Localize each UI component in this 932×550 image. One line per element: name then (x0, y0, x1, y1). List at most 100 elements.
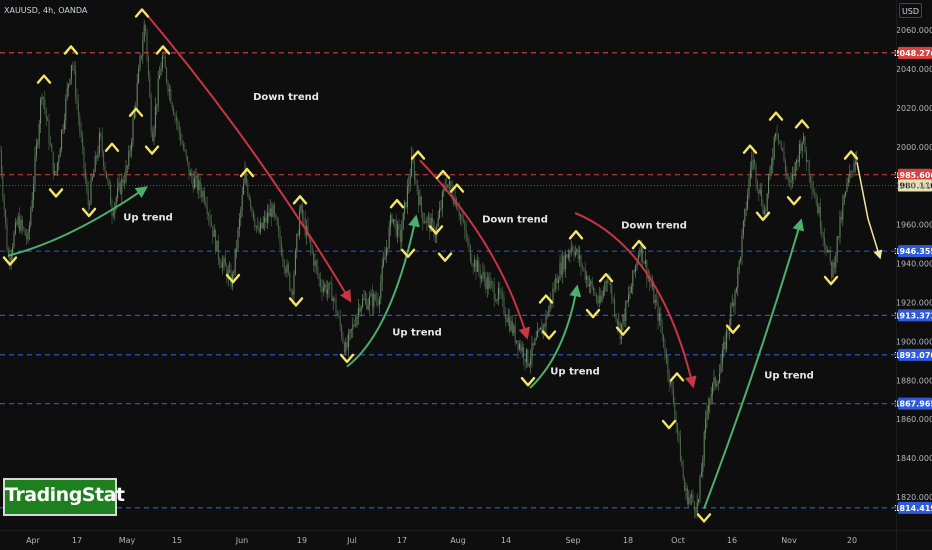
candle-body (89, 203, 91, 205)
candle-body (328, 282, 330, 290)
uptrend-arrow-6 (703, 218, 805, 510)
candle-body (212, 225, 214, 237)
candle-body (495, 299, 497, 302)
swing-marker-low-26 (585, 308, 601, 319)
candle-body (576, 249, 578, 252)
candle-body (608, 282, 610, 284)
candle-body (69, 78, 71, 85)
candle-body (520, 343, 522, 352)
watermark-text: TradingStat (5, 484, 125, 506)
candle-body (607, 280, 609, 283)
candle-body (391, 215, 393, 223)
candle-body (335, 299, 337, 314)
candle-body (366, 298, 368, 310)
candle-body (356, 315, 358, 325)
candle-body (425, 222, 427, 223)
candle-body (147, 56, 149, 76)
currency-button[interactable]: USD (899, 3, 922, 18)
trend-annotation-5: Up trend (550, 366, 600, 377)
candle-body (168, 89, 170, 92)
candle-body (460, 215, 462, 217)
candle-body (159, 75, 161, 79)
candle-body (574, 251, 576, 256)
candle-body (567, 253, 569, 258)
candle-body (457, 208, 459, 211)
candle-body (511, 320, 513, 334)
candle-body (556, 278, 558, 283)
swing-marker-low-22 (520, 376, 536, 387)
candle-body (503, 297, 505, 314)
price-level-label-3: 1946.355 (894, 247, 932, 256)
candle-body (586, 276, 588, 280)
candle-body (577, 249, 579, 260)
candle-body (558, 280, 560, 283)
candle-body (360, 306, 362, 312)
candle-body (622, 314, 624, 324)
candle-body (416, 180, 418, 192)
candle-body (26, 235, 28, 239)
candle-body (327, 289, 329, 294)
y-tick-label-11: 2040.000 (896, 65, 932, 74)
price-level-label-4: 1913.371 (894, 311, 932, 320)
candle-body (755, 164, 757, 183)
candle-body (62, 128, 64, 131)
candle-body (28, 225, 30, 233)
candle-body (462, 219, 464, 222)
candle-body (166, 68, 168, 82)
candle-body (475, 259, 477, 272)
candle-body (84, 169, 86, 181)
candle-body (712, 383, 714, 395)
candle-body (258, 226, 260, 233)
candle-body (385, 249, 387, 257)
candle-body (90, 179, 92, 204)
candle-body (392, 219, 394, 223)
candle-body (566, 254, 568, 258)
candle-body (272, 204, 274, 217)
candle-body (362, 299, 364, 307)
candle-body (545, 314, 547, 327)
candle-body (30, 210, 32, 226)
candle-body (731, 302, 733, 307)
x-tick-label-14: Nov (781, 536, 797, 545)
candle-body (395, 220, 397, 237)
candle-body (784, 161, 786, 172)
candle-body (853, 164, 855, 172)
candle-body (350, 329, 352, 331)
candle-body (658, 313, 660, 321)
candle-body (579, 255, 581, 260)
candle-body (303, 217, 305, 219)
candle-body (763, 210, 765, 215)
candle-body (5, 209, 7, 225)
candle-body (500, 293, 502, 295)
y-tick-label-1: 1840.000 (896, 454, 932, 463)
candle-body (216, 240, 218, 252)
candle-body (170, 89, 172, 103)
candle-body (38, 123, 40, 143)
candle-body (229, 269, 231, 271)
candle-body (850, 171, 852, 172)
candle-body (181, 142, 183, 145)
candle-body (87, 189, 89, 205)
candle-body (51, 144, 53, 152)
candle-body (524, 359, 526, 363)
candle-body (479, 271, 481, 279)
candle-body (447, 184, 449, 188)
candle-body (376, 299, 378, 301)
candle-body (259, 222, 261, 233)
candle-body (537, 330, 539, 338)
candle-body (310, 239, 312, 248)
candle-body (492, 282, 494, 286)
candle-body (818, 206, 820, 214)
candle-body (390, 215, 392, 227)
candle-body (276, 217, 278, 226)
candle-body (419, 196, 421, 205)
candle-body (320, 278, 322, 288)
candle-body (299, 211, 301, 236)
candle-body (125, 166, 127, 182)
candle-body (794, 162, 796, 177)
candle-body (153, 128, 155, 141)
candle-body (539, 327, 541, 330)
candle-body (145, 25, 147, 31)
candle-body (707, 405, 709, 412)
candle-body (838, 236, 840, 238)
